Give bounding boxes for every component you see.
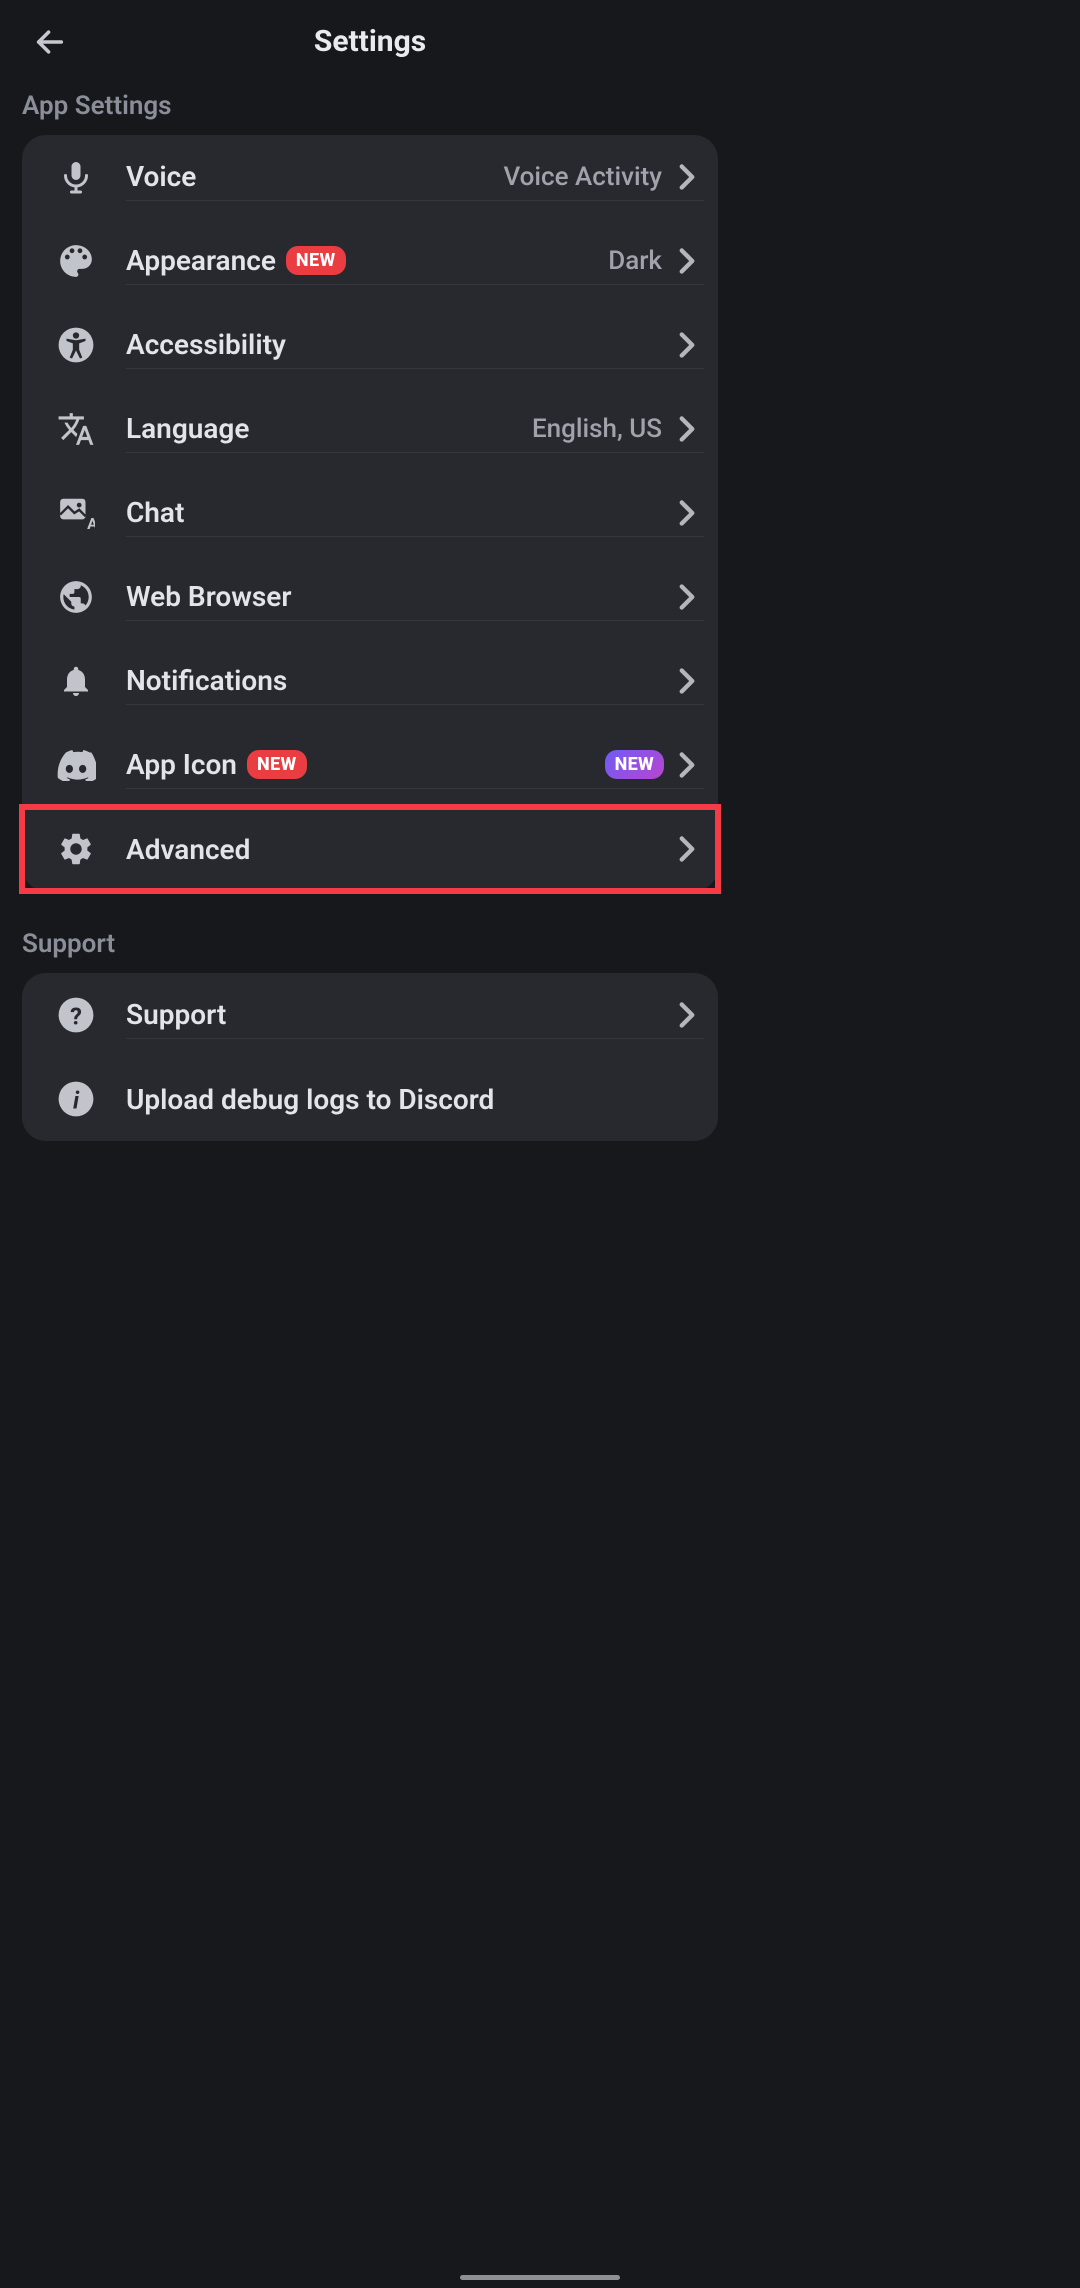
- svg-text:i: i: [73, 1087, 80, 1115]
- support-card: ? Support i Upload debug logs to Discord: [22, 973, 718, 1141]
- back-button[interactable]: [28, 20, 72, 64]
- section-header-app-settings: App Settings: [0, 87, 740, 135]
- row-label: Voice: [126, 160, 196, 193]
- svg-text:A: A: [87, 514, 95, 532]
- microphone-icon: [46, 157, 106, 197]
- settings-row-support[interactable]: ? Support: [22, 973, 718, 1057]
- new-badge: NEW: [286, 246, 346, 275]
- settings-row-voice[interactable]: Voice Voice Activity: [22, 135, 718, 219]
- home-indicator: [460, 2275, 620, 2280]
- chevron-right-icon: [670, 583, 704, 611]
- chevron-right-icon: [670, 499, 704, 527]
- accessibility-icon: [46, 326, 106, 364]
- help-icon: ?: [46, 996, 106, 1034]
- row-label: Support: [126, 998, 226, 1031]
- gear-icon: [46, 830, 106, 868]
- arrow-left-icon: [33, 25, 67, 59]
- app-settings-card: Voice Voice Activity Appearance NEW Dark…: [22, 135, 718, 891]
- row-label: Language: [126, 412, 249, 445]
- discord-icon: [46, 749, 106, 781]
- settings-row-accessibility[interactable]: Accessibility: [22, 303, 718, 387]
- row-label: Advanced: [126, 833, 250, 866]
- settings-row-chat[interactable]: A Chat: [22, 471, 718, 555]
- settings-row-notifications[interactable]: Notifications: [22, 639, 718, 723]
- new-badge-purple: NEW: [605, 750, 664, 779]
- header: Settings: [0, 0, 740, 87]
- chevron-right-icon: [670, 247, 704, 275]
- row-label: App Icon: [126, 748, 237, 781]
- bell-icon: [46, 661, 106, 701]
- new-badge: NEW: [247, 750, 307, 779]
- info-icon: i: [46, 1080, 106, 1118]
- chevron-right-icon: [670, 1001, 704, 1029]
- settings-row-app-icon[interactable]: App Icon NEW NEW: [22, 723, 718, 807]
- settings-row-advanced[interactable]: Advanced: [22, 807, 718, 891]
- settings-row-appearance[interactable]: Appearance NEW Dark: [22, 219, 718, 303]
- chevron-right-icon: [670, 163, 704, 191]
- row-label: Upload debug logs to Discord: [126, 1083, 494, 1116]
- row-label: Web Browser: [126, 580, 291, 613]
- row-value: English, US: [532, 414, 662, 444]
- settings-row-language[interactable]: Language English, US: [22, 387, 718, 471]
- settings-row-web-browser[interactable]: Web Browser: [22, 555, 718, 639]
- page-title: Settings: [24, 24, 716, 59]
- chevron-right-icon: [670, 751, 704, 779]
- globe-icon: [46, 578, 106, 616]
- row-label: Chat: [126, 496, 184, 529]
- row-label: Appearance: [126, 244, 276, 277]
- row-label: Notifications: [126, 664, 287, 697]
- chevron-right-icon: [670, 835, 704, 863]
- chevron-right-icon: [670, 331, 704, 359]
- chevron-right-icon: [670, 415, 704, 443]
- chevron-right-icon: [670, 667, 704, 695]
- language-icon: [46, 410, 106, 448]
- section-header-support: Support: [0, 891, 740, 973]
- row-label: Accessibility: [126, 328, 286, 361]
- settings-row-upload-logs[interactable]: i Upload debug logs to Discord: [22, 1057, 718, 1141]
- row-value: Voice Activity: [503, 162, 662, 192]
- chat-image-icon: A: [46, 494, 106, 532]
- palette-icon: [46, 242, 106, 280]
- svg-text:?: ?: [70, 1003, 82, 1031]
- row-value: Dark: [608, 246, 662, 276]
